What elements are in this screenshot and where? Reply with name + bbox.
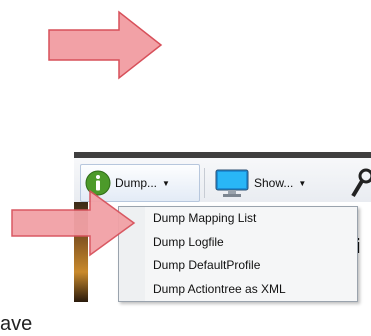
monitor-icon: [215, 169, 249, 197]
chevron-down-icon: ▼: [298, 178, 307, 188]
background-bottom-text: ave: [0, 313, 33, 335]
menu-item-dump-mapping-list[interactable]: Dump Mapping List: [119, 207, 357, 231]
toolbar-separator: [204, 168, 205, 198]
show-button[interactable]: Show... ▼: [214, 164, 332, 202]
dump-dropdown-menu: Dump Mapping List Dump Logfile Dump Defa…: [118, 206, 358, 302]
callout-arrow-menu-icon: [11, 189, 136, 257]
menu-item-dump-default-profile[interactable]: Dump DefaultProfile: [119, 254, 357, 278]
chevron-down-icon: ▼: [162, 178, 170, 188]
magnifier-icon[interactable]: [351, 166, 371, 200]
menu-item-dump-logfile[interactable]: Dump Logfile: [119, 230, 357, 254]
show-button-label: Show...: [254, 176, 294, 190]
menu-item-dump-actiontree-xml[interactable]: Dump Actiontree as XML: [119, 277, 357, 301]
callout-arrow-top-icon: [48, 10, 163, 80]
